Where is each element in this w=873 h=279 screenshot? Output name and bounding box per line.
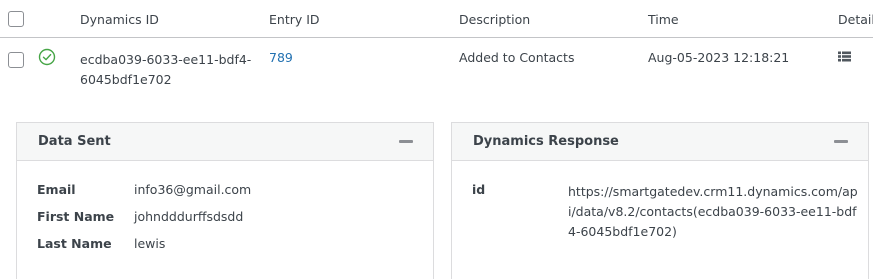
data-sent-title: Data Sent bbox=[38, 134, 111, 149]
column-header-details[interactable]: Details bbox=[838, 12, 873, 27]
column-header-dynamics-id[interactable]: Dynamics ID bbox=[80, 12, 159, 27]
dynamics-response-title: Dynamics Response bbox=[473, 134, 619, 149]
dynamics-id-value: ecdba039-6033-ee11-bdf4-6045bdf1e702 bbox=[80, 52, 252, 87]
field-label-last-name: Last Name bbox=[37, 236, 112, 251]
field-label-first-name: First Name bbox=[37, 209, 115, 224]
select-all-checkbox[interactable] bbox=[8, 11, 24, 27]
description-value: Added to Contacts bbox=[459, 50, 575, 65]
table-header: Dynamics ID Entry ID Description Time De… bbox=[0, 0, 873, 38]
column-header-description[interactable]: Description bbox=[459, 12, 530, 27]
column-header-entry-id[interactable]: Entry ID bbox=[269, 12, 320, 27]
check-circle-icon bbox=[38, 48, 56, 66]
field-value-first-name: johndddurffsdsdd bbox=[134, 209, 244, 224]
dynamics-response-panel: Dynamics Response id https://smartgatede… bbox=[451, 122, 869, 279]
field-value-id: https://smartgatedev.crm11.dynamics.com/… bbox=[568, 184, 858, 239]
collapse-icon[interactable] bbox=[834, 140, 848, 143]
list-icon[interactable] bbox=[838, 51, 851, 62]
dynamics-response-panel-header: Dynamics Response bbox=[452, 123, 868, 161]
row-checkbox[interactable] bbox=[8, 52, 24, 68]
field-value-last-name: lewis bbox=[134, 236, 166, 251]
data-sent-panel-header: Data Sent bbox=[17, 123, 433, 161]
collapse-icon[interactable] bbox=[399, 140, 413, 143]
data-sent-panel: Data Sent Email info36@gmail.com First N… bbox=[16, 122, 434, 279]
entry-id-link[interactable]: 789 bbox=[269, 50, 293, 65]
field-label-email: Email bbox=[37, 182, 76, 197]
column-header-time[interactable]: Time bbox=[648, 12, 679, 27]
field-label-id: id bbox=[472, 182, 486, 197]
time-value: Aug-05-2023 12:18:21 bbox=[648, 50, 790, 65]
field-value-email: info36@gmail.com bbox=[134, 182, 252, 197]
